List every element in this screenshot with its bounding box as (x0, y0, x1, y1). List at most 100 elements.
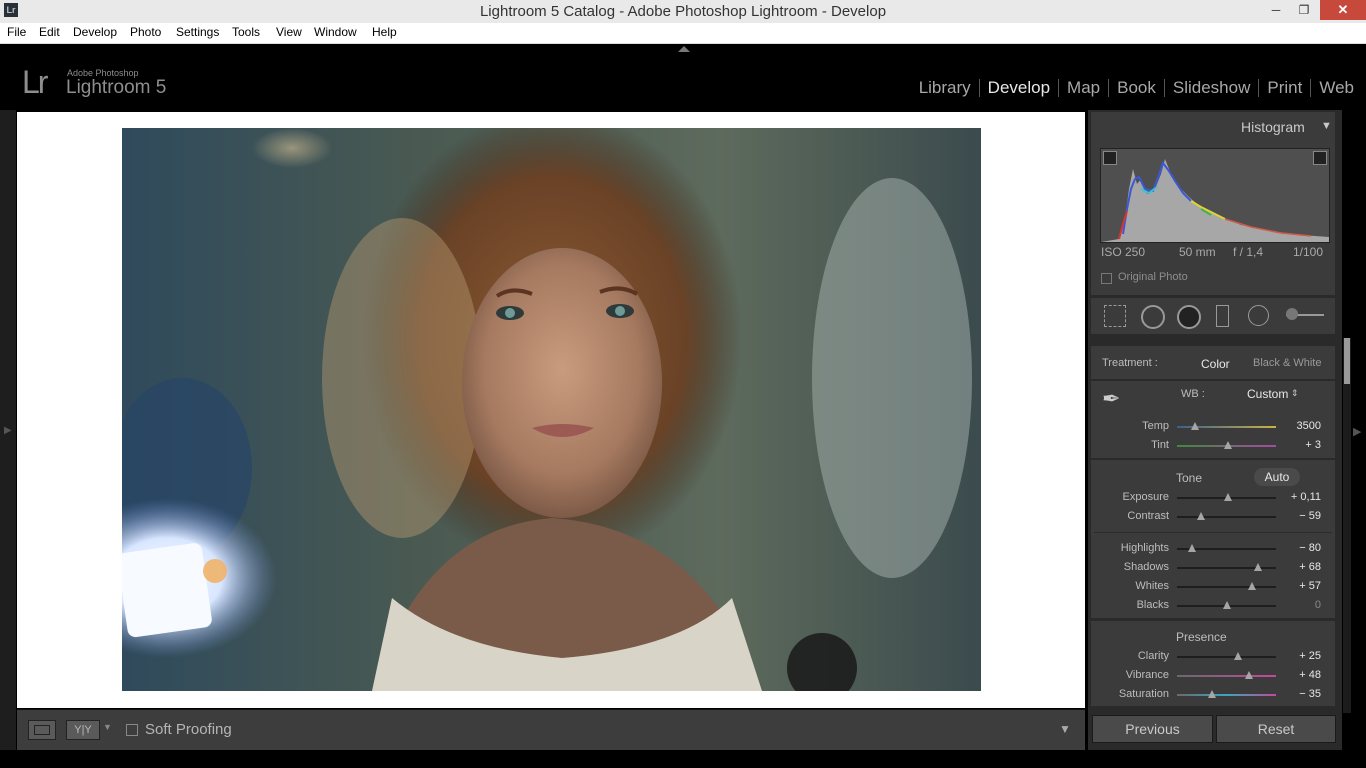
module-slideshow[interactable]: Slideshow (1165, 78, 1259, 98)
tone-divider (1094, 532, 1332, 533)
lr-logo: Lr (22, 64, 48, 100)
exposure-thumb[interactable] (1224, 493, 1233, 501)
slider-label: Temp (1142, 420, 1169, 432)
presence-label: Presence (1176, 630, 1227, 644)
slider-label: Clarity (1137, 650, 1169, 662)
slider-value[interactable]: 0 (1315, 599, 1321, 611)
radial-filter-icon[interactable] (1248, 305, 1269, 326)
menu-bar: File Edit Develop Photo Settings Tools V… (0, 23, 1366, 44)
portrait-photo (122, 128, 981, 691)
before-after-button[interactable]: Y|Y (66, 720, 100, 740)
wb-label: WB : (1181, 388, 1205, 400)
right-panel-scroll-thumb[interactable] (1344, 338, 1350, 384)
slider-label: Tint (1151, 439, 1169, 451)
slider-value[interactable]: + 68 (1299, 561, 1321, 573)
saturation-track[interactable] (1177, 694, 1276, 696)
menu-develop[interactable]: Develop (73, 25, 117, 39)
slider-label: Vibrance (1125, 669, 1169, 681)
white-balance-eyedropper-icon[interactable]: ✒ (1102, 386, 1132, 416)
menu-help[interactable]: Help (372, 25, 397, 39)
vibrance-thumb[interactable] (1245, 671, 1254, 679)
shadows-thumb[interactable] (1254, 563, 1263, 571)
close-button[interactable]: ✕ (1320, 0, 1366, 20)
menu-edit[interactable]: Edit (39, 25, 60, 39)
menu-photo[interactable]: Photo (130, 25, 161, 39)
spot-removal-icon[interactable] (1141, 305, 1165, 329)
slider-label: Exposure (1122, 491, 1169, 503)
module-develop[interactable]: Develop (980, 78, 1058, 98)
module-library[interactable]: Library (911, 78, 979, 98)
module-map[interactable]: Map (1059, 78, 1108, 98)
slider-value[interactable]: 3500 (1297, 420, 1321, 432)
red-eye-icon[interactable] (1177, 305, 1201, 329)
soft-proofing-checkbox[interactable] (126, 724, 138, 736)
blacks-thumb[interactable] (1222, 601, 1231, 609)
whites-track[interactable] (1177, 586, 1276, 588)
highlight-clipping-icon[interactable] (1313, 151, 1327, 165)
slider-value[interactable]: + 48 (1299, 669, 1321, 681)
maximize-button[interactable]: ❐ (1289, 0, 1319, 20)
slider-value[interactable]: − 35 (1299, 688, 1321, 700)
histogram-collapse-icon[interactable]: ▼ (1321, 120, 1332, 132)
tone-auto-button[interactable]: Auto (1254, 468, 1300, 486)
treatment-color[interactable]: Color (1201, 357, 1230, 371)
shadow-clipping-icon[interactable] (1103, 151, 1117, 165)
menu-file[interactable]: File (7, 25, 26, 39)
menu-tools[interactable]: Tools (232, 25, 260, 39)
slider-value[interactable]: − 80 (1299, 542, 1321, 554)
slider-label: Contrast (1127, 510, 1169, 522)
menu-view[interactable]: View (276, 25, 302, 39)
highlights-thumb[interactable] (1187, 544, 1196, 552)
slider-label: Highlights (1120, 542, 1169, 554)
module-book[interactable]: Book (1109, 78, 1164, 98)
wb-preset-select[interactable]: Custom (1247, 387, 1288, 401)
clarity-track[interactable] (1177, 656, 1276, 658)
vibrance-track[interactable] (1177, 675, 1276, 677)
reset-button[interactable]: Reset (1216, 715, 1336, 743)
minimize-button[interactable]: ─ (1261, 0, 1291, 20)
slider-value[interactable]: + 0,11 (1291, 491, 1321, 503)
slider-label: Saturation (1118, 688, 1169, 700)
treatment-black-white[interactable]: Black & White (1253, 357, 1321, 369)
loupe-view-button[interactable] (28, 720, 56, 740)
previous-button[interactable]: Previous (1092, 715, 1213, 743)
tool-strip (1091, 298, 1335, 334)
filmstrip-collapsed[interactable] (0, 750, 1366, 768)
collapse-right-panel-icon[interactable]: ▶ (1353, 425, 1361, 438)
module-print[interactable]: Print (1259, 78, 1310, 98)
before-after-dropdown-icon[interactable]: ▼ (103, 722, 112, 732)
slider-value[interactable]: + 3 (1305, 439, 1321, 451)
toolbar-content-dropdown-icon[interactable]: ▼ (1059, 722, 1081, 740)
tone-section (1091, 460, 1335, 618)
collapse-top-panel-icon[interactable] (678, 46, 690, 52)
bottom-toolbar: Y|Y ▼ Soft Proofing ▼ (17, 709, 1085, 751)
module-picker: Library Develop Map Book Slideshow Print… (911, 77, 1362, 99)
right-panel-scrollbar[interactable] (1343, 338, 1351, 713)
histogram-title[interactable]: Histogram (1241, 119, 1305, 135)
slider-label: Shadows (1123, 561, 1169, 573)
contrast-thumb[interactable] (1196, 512, 1205, 520)
clarity-thumb[interactable] (1234, 652, 1243, 660)
slider-value[interactable]: − 59 (1299, 510, 1321, 522)
module-web[interactable]: Web (1311, 78, 1362, 98)
crop-overlay-icon[interactable] (1104, 305, 1126, 327)
title-bar: Lr Lightroom 5 Catalog - Adobe Photoshop… (0, 0, 1366, 23)
menu-settings[interactable]: Settings (176, 25, 219, 39)
contrast-track[interactable] (1177, 516, 1276, 518)
temp-thumb[interactable] (1190, 422, 1199, 430)
menu-window[interactable]: Window (314, 25, 357, 39)
tint-thumb[interactable] (1224, 441, 1233, 449)
expand-left-panel-icon[interactable]: ▶ (4, 425, 12, 436)
brand-title: Lightroom 5 (66, 77, 167, 98)
photo-preview[interactable] (122, 128, 981, 691)
graduated-filter-icon[interactable] (1216, 305, 1229, 327)
exif-focal-length: 50 mm (1179, 245, 1216, 259)
treatment-label: Treatment : (1102, 357, 1158, 369)
saturation-thumb[interactable] (1207, 690, 1216, 698)
original-photo-checkbox[interactable] (1101, 273, 1112, 284)
wb-dropdown-icon[interactable]: ⇕ (1291, 388, 1299, 399)
histogram-graph[interactable] (1100, 148, 1330, 243)
slider-value[interactable]: + 25 (1299, 650, 1321, 662)
whites-thumb[interactable] (1248, 582, 1257, 590)
slider-value[interactable]: + 57 (1299, 580, 1321, 592)
